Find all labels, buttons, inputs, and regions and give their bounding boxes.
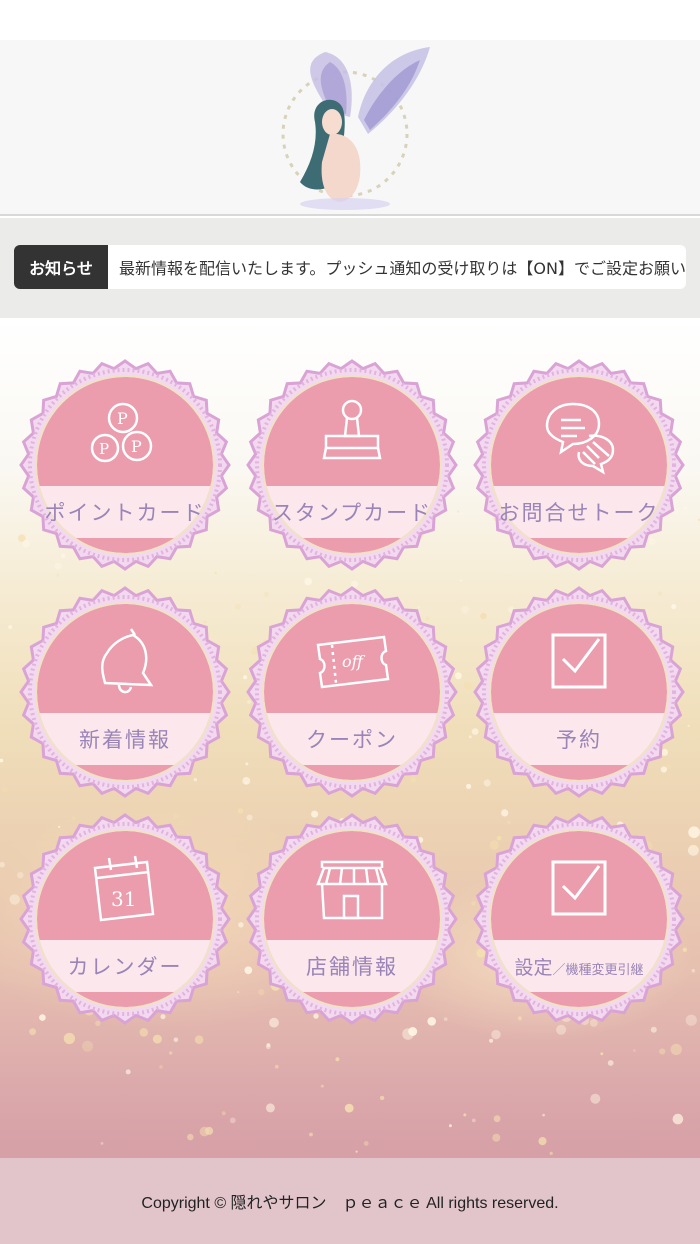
menu-tile-stamp-card[interactable]: スタンプカード [245,358,459,572]
bell-icon [101,628,154,694]
menu-tile-coupon[interactable]: off クーポン [245,585,459,799]
svg-text:31: 31 [111,887,136,911]
checkbox-icon [551,860,607,916]
menu-tile-reservation[interactable]: 予約 [472,585,686,799]
menu-tile-news[interactable]: 新着情報 [18,585,232,799]
status-bar-area [0,0,700,40]
tile-label: カレンダー [67,955,183,979]
checkbox-icon [551,633,607,689]
angel-logo [281,47,430,210]
notice-ticker[interactable]: お知らせ 最新情報を配信いたします。プッシュ通知の受け取りは【ON】でご設定お願… [14,245,686,289]
tile-label: 店舗情報 [306,955,398,979]
menu-area: P P P ポイントカード スタンプカード お問合せトーク 新着情報 off ク… [0,318,700,1158]
point-coins-icon: P P P [90,402,153,463]
menu-tile-calendar[interactable]: 31 カレンダー [18,812,232,1026]
stamp-icon [322,399,382,460]
tile-label: スタンプカード [271,501,433,525]
tile-label: お問合せトーク [498,501,660,525]
tile-label: 新着情報 [79,728,171,752]
notice-label: お知らせ [14,245,108,289]
notice-text: 最新情報を配信いたします。プッシュ通知の受け取りは【ON】でご設定お願いします。 [119,259,686,278]
menu-tile-inquiry-talk[interactable]: お問合せトーク [472,358,686,572]
tile-label: 設定／機種変更引継 [514,953,643,980]
menu-tile-settings[interactable]: 設定／機種変更引継 [472,812,686,1026]
calendar-icon: 31 [93,855,155,922]
notice-bar: お知らせ 最新情報を配信いたします。プッシュ通知の受け取りは【ON】でご設定お願… [0,218,700,318]
svg-text:P: P [117,409,128,428]
chat-bubbles-icon [545,402,615,475]
copyright-text: Copyright © 隠れやサロン ｐｅａｃｅ All rights rese… [141,1195,559,1212]
svg-text:P: P [99,440,109,458]
svg-text:P: P [131,437,142,456]
svg-text:off: off [342,652,366,671]
coupon-ticket-icon: off [316,635,390,689]
tile-label: クーポン [306,728,398,752]
tile-label: 予約 [556,728,602,752]
footer: Copyright © 隠れやサロン ｐｅａｃｅ All rights rese… [0,1158,700,1244]
storefront-icon [316,860,388,920]
tile-label-sub: ／機種変更引継 [552,962,644,978]
menu-tile-point-card[interactable]: P P P ポイントカード [18,358,232,572]
app-header [0,40,700,216]
menu-tile-store-info[interactable]: 店舗情報 [245,812,459,1026]
tile-label-main: 設定 [514,956,553,979]
tile-label: ポイントカード [44,501,206,525]
